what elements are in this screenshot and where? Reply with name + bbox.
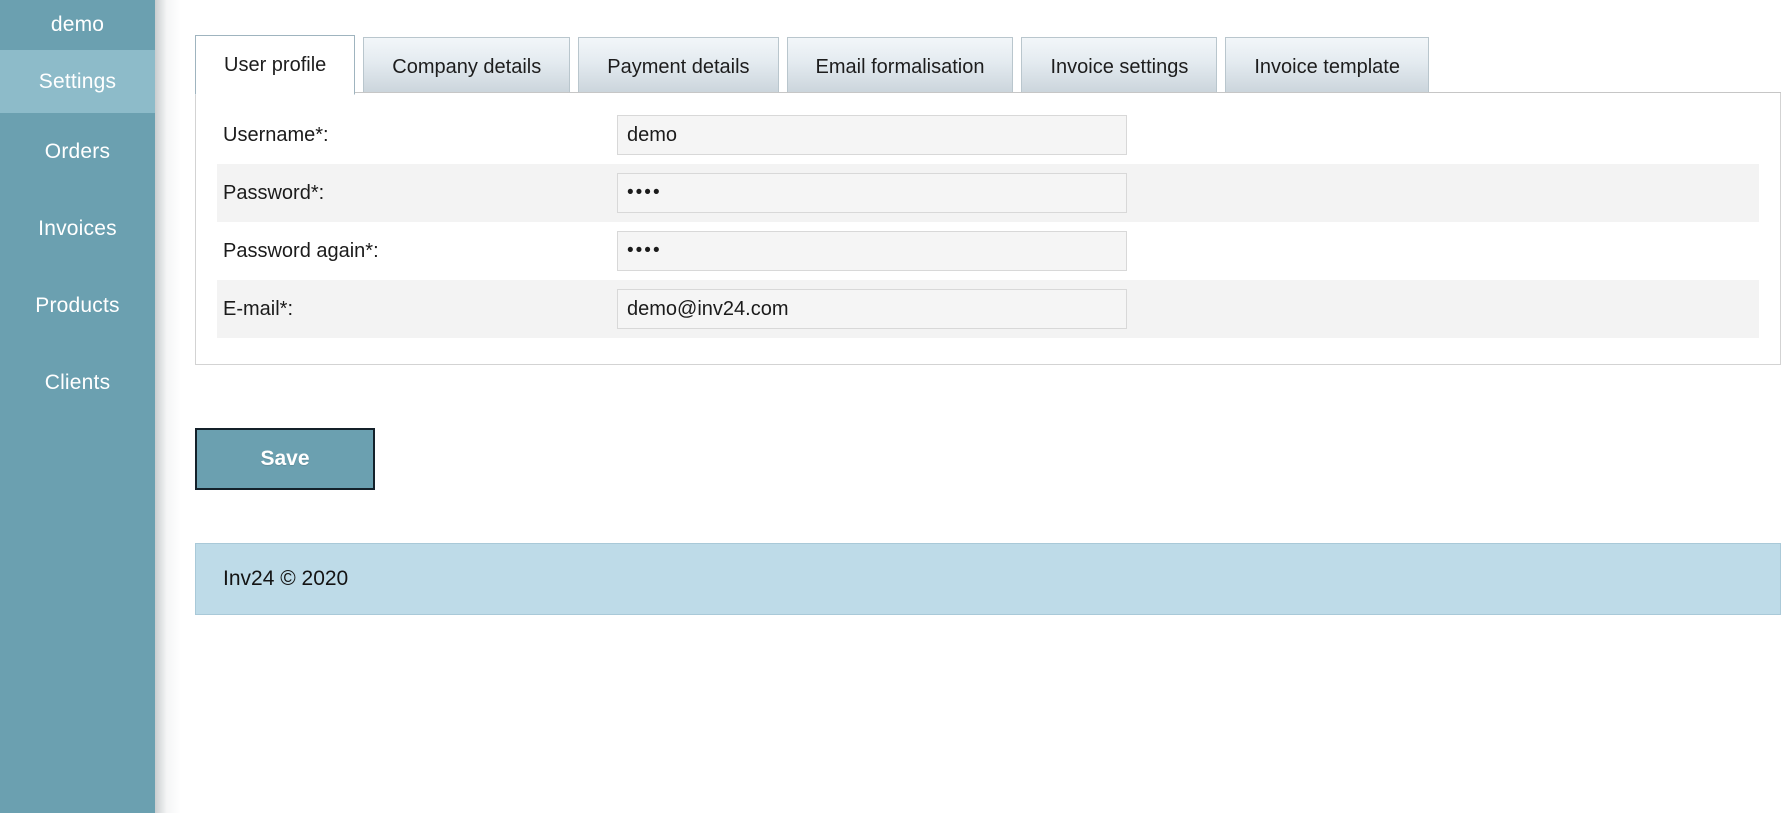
form-row-password: Password*:	[217, 164, 1759, 222]
tab-company-details[interactable]: Company details	[363, 37, 571, 95]
sidebar-item-settings[interactable]: Settings	[0, 50, 155, 113]
sidebar-edge-shadow	[155, 0, 181, 813]
main-content: User profile Company details Payment det…	[181, 0, 1781, 813]
tab-invoice-template[interactable]: Invoice template	[1225, 37, 1429, 95]
settings-tabs: User profile Company details Payment det…	[195, 35, 1437, 95]
sidebar-item-invoices[interactable]: Invoices	[0, 190, 155, 267]
footer-copyright: Inv24 © 2020	[223, 567, 349, 590]
username-input[interactable]	[617, 115, 1127, 155]
save-button[interactable]: Save	[195, 428, 375, 490]
password-input[interactable]	[617, 173, 1127, 213]
sidebar: demo Settings Orders Invoices Products C…	[0, 0, 155, 813]
sidebar-item-clients[interactable]: Clients	[0, 344, 155, 421]
form-row-email: E-mail*:	[217, 280, 1759, 338]
sidebar-item-products[interactable]: Products	[0, 267, 155, 344]
app-root: demo Settings Orders Invoices Products C…	[0, 0, 1781, 813]
page-footer: Inv24 © 2020	[195, 543, 1781, 615]
sidebar-item-orders[interactable]: Orders	[0, 113, 155, 190]
user-profile-form-panel: Username*: Password*: Password again*: E…	[195, 93, 1781, 365]
password-again-label: Password again*:	[223, 239, 379, 262]
email-label: E-mail*:	[223, 297, 294, 320]
username-label: Username*:	[223, 123, 329, 146]
password-again-input[interactable]	[617, 231, 1127, 271]
email-input[interactable]	[617, 289, 1127, 329]
sidebar-brand-demo: demo	[50, 13, 105, 36]
form-row-password-again: Password again*:	[217, 222, 1759, 280]
tab-payment-details[interactable]: Payment details	[578, 37, 779, 95]
password-label: Password*:	[223, 181, 325, 204]
tab-invoice-settings[interactable]: Invoice settings	[1021, 37, 1218, 95]
tab-email-formalisation[interactable]: Email formalisation	[786, 37, 1014, 95]
form-row-username: Username*:	[217, 106, 1759, 164]
tab-user-profile[interactable]: User profile	[195, 35, 356, 95]
